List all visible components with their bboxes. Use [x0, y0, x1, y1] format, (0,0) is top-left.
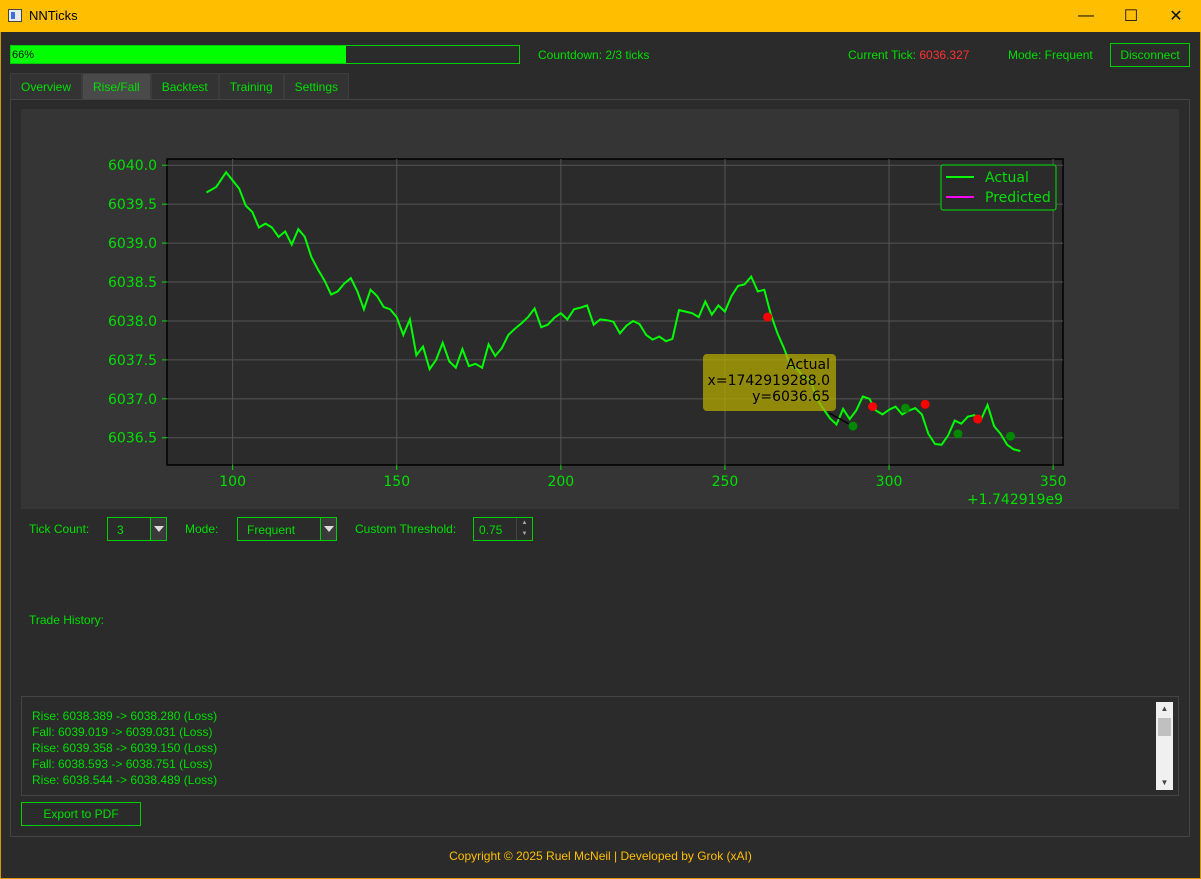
mode-select[interactable]: Frequent: [237, 517, 337, 541]
y-tick-label: 6037.5: [108, 353, 157, 369]
trade-marker-win: [1005, 431, 1015, 441]
tab-backtest[interactable]: Backtest: [150, 73, 219, 100]
trade-history-label: Trade History:: [29, 613, 104, 627]
threshold-value: 0.75: [479, 523, 503, 537]
mode-label: Mode:: [185, 522, 219, 536]
mode-value: Frequent: [247, 523, 296, 537]
y-tick-label: 6038.0: [108, 314, 157, 330]
legend-actual-label: Actual: [985, 170, 1029, 186]
x-tick-label: 150: [383, 474, 410, 490]
tooltip-x: x=1742919288.0: [707, 373, 830, 389]
chart-tooltip: Actual x=1742919288.0 y=6036.65: [703, 354, 836, 411]
chevron-down-icon[interactable]: [150, 518, 166, 540]
export-pdf-button[interactable]: Export to PDF: [21, 802, 141, 826]
x-tick-label: 100: [219, 474, 246, 490]
title-bar: NNTicks — ☐ ✕: [0, 0, 1201, 32]
tab-rise-fall[interactable]: Rise/Fall: [82, 73, 151, 100]
window-title: NNTicks: [29, 8, 78, 23]
progress-fill: [11, 46, 347, 63]
scroll-up-icon[interactable]: ▲: [1156, 702, 1173, 716]
tick-progress-bar: 66%: [10, 45, 520, 64]
plot-area: [166, 158, 1064, 466]
x-tick-label: 300: [876, 474, 903, 490]
trade-marker-loss: [763, 312, 773, 322]
history-scrollbar[interactable]: ▲ ▼: [1156, 702, 1173, 790]
tick-chart: 100 150 200 250 300 350 6036.5 6037.0 6037.5 6038…: [21, 109, 1179, 509]
y-tick-label: 6039.5: [108, 197, 157, 213]
history-entry: Rise: 6039.358 -> 6039.150 (Loss): [32, 741, 218, 755]
threshold-label: Custom Threshold:: [355, 522, 457, 536]
trade-history-list[interactable]: Rise: 6038.389 -> 6038.280 (Loss) Fall: …: [21, 696, 1179, 796]
y-tick-label: 6040.0: [108, 158, 157, 174]
current-tick: Current Tick: 6036.327: [848, 48, 969, 62]
countdown-label: Countdown: 2/3 ticks: [538, 48, 650, 62]
disconnect-button[interactable]: Disconnect: [1110, 43, 1190, 67]
threshold-spinbox[interactable]: 0.75 ▲ ▼: [473, 517, 533, 541]
tooltip-y: y=6036.65: [752, 389, 830, 405]
tab-settings[interactable]: Settings: [283, 73, 350, 100]
trade-marker-win: [900, 403, 910, 413]
close-button[interactable]: ✕: [1153, 0, 1199, 32]
y-tick-label: 6039.0: [108, 236, 157, 252]
history-entry: Fall: 6038.593 -> 6038.751 (Loss): [32, 757, 213, 771]
scroll-down-icon[interactable]: ▼: [1156, 776, 1173, 790]
tick-count-value: 3: [117, 523, 124, 537]
trade-marker-loss: [868, 402, 878, 412]
chevron-down-icon[interactable]: [320, 518, 336, 540]
tooltip-series: Actual: [786, 357, 830, 373]
progress-label: 66%: [12, 49, 35, 61]
x-offset-label: +1.742919e9: [967, 492, 1063, 508]
x-tick-label: 250: [712, 474, 739, 490]
current-tick-label: Current Tick:: [848, 48, 917, 62]
tick-count-select[interactable]: 3: [107, 517, 167, 541]
scroll-thumb[interactable]: [1158, 718, 1171, 736]
trade-marker-loss: [973, 414, 983, 424]
x-tick-label: 350: [1040, 474, 1067, 490]
mode-status: Mode: Frequent: [1008, 48, 1093, 62]
y-tick-label: 6038.5: [108, 275, 157, 291]
x-tick-label: 200: [547, 474, 574, 490]
y-tick-label: 6037.0: [108, 392, 157, 408]
legend-predicted-label: Predicted: [985, 190, 1051, 206]
maximize-button[interactable]: ☐: [1108, 0, 1154, 32]
trade-marker-loss: [920, 399, 930, 409]
current-tick-value: 6036.327: [919, 48, 970, 62]
minimize-button[interactable]: —: [1063, 0, 1109, 32]
trade-marker-win: [848, 421, 858, 431]
chart-svg: 100 150 200 250 300 350 6036.5 6037.0 6037.5 6038…: [108, 158, 1067, 508]
y-tick-label: 6036.5: [108, 431, 157, 447]
tab-training[interactable]: Training: [218, 73, 284, 100]
app-icon: [8, 9, 22, 22]
history-entry: Rise: 6038.389 -> 6038.280 (Loss): [32, 709, 218, 723]
history-entry: Rise: 6038.544 -> 6038.489 (Loss): [32, 773, 218, 787]
tab-overview[interactable]: Overview: [10, 73, 83, 100]
trade-marker-win: [953, 429, 963, 439]
spin-arrows-icon[interactable]: ▲ ▼: [516, 518, 532, 540]
tick-count-label: Tick Count:: [29, 522, 90, 536]
footer-copyright: Copyright © 2025 Ruel McNeil | Developed…: [449, 849, 752, 863]
tab-bar: Overview Rise/Fall Backtest Training Set…: [10, 73, 350, 100]
history-entry: Fall: 6039.019 -> 6039.031 (Loss): [32, 725, 213, 739]
